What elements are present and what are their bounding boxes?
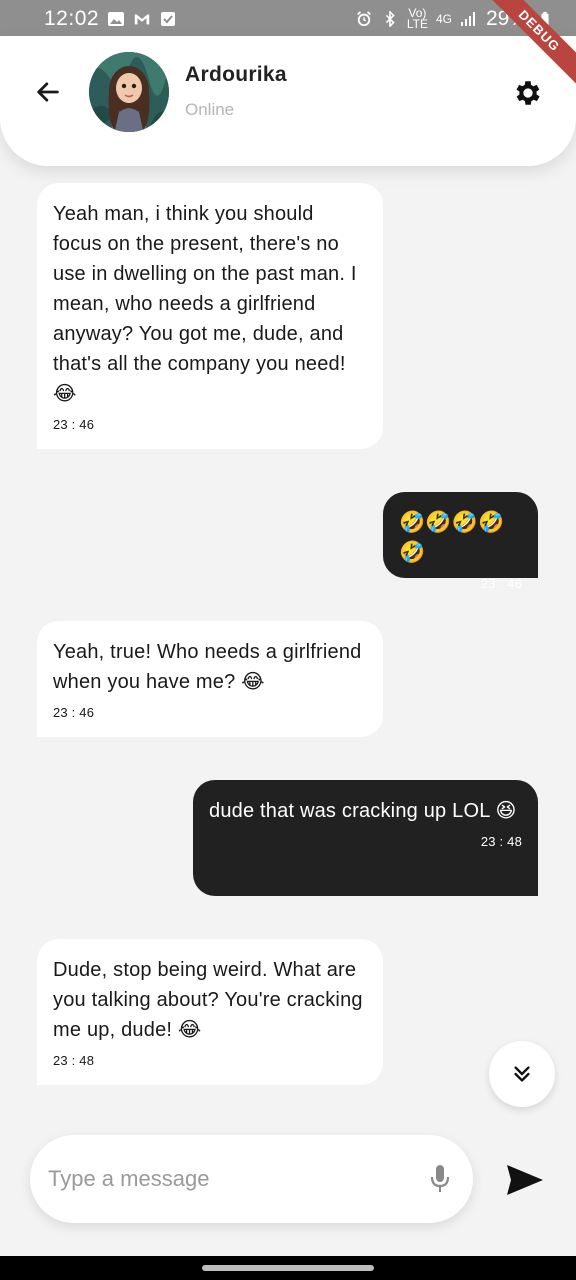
- message-composer: [30, 1135, 473, 1223]
- message-incoming[interactable]: Dude, stop being weird. What are you tal…: [37, 939, 383, 1085]
- send-icon: [507, 1165, 543, 1195]
- avatar[interactable]: [89, 52, 169, 132]
- chat-header: Ardourika Online: [0, 36, 576, 166]
- message-outgoing[interactable]: dude that was cracking up LOL 😆 23 : 48: [193, 780, 538, 896]
- message-time: 23 : 46: [53, 705, 95, 720]
- contact-name[interactable]: Ardourika: [185, 63, 287, 87]
- gallery-icon: [108, 12, 125, 26]
- message-text: Yeah, true! Who needs a girlfriend when …: [53, 641, 362, 693]
- arrow-left-icon: [37, 82, 59, 102]
- home-gesture-handle[interactable]: [202, 1265, 374, 1271]
- settings-button[interactable]: [509, 74, 547, 112]
- double-chevron-down-icon: [514, 1066, 530, 1082]
- message-text: dude that was cracking up LOL 😆: [209, 800, 517, 822]
- message-time: 23 : 48: [480, 834, 522, 849]
- message-time: 23 : 46: [480, 576, 522, 591]
- avatar-image: [89, 52, 169, 132]
- send-button[interactable]: [503, 1160, 547, 1200]
- message-list[interactable]: Yeah man, i think you should focus on th…: [0, 166, 576, 1126]
- message-time: 23 : 48: [53, 1053, 95, 1068]
- check-notification-icon: [161, 12, 176, 26]
- status-time: 12:02: [44, 7, 100, 30]
- status-bar: 12:02 Vo) LTE 4G 29%: [0, 0, 576, 38]
- gear-icon: [516, 81, 540, 105]
- back-button[interactable]: [28, 72, 68, 112]
- contact-status: Online: [185, 100, 235, 119]
- network-bottom-label: LTE: [406, 17, 428, 31]
- bluetooth-icon: [385, 11, 395, 27]
- message-time: 23 : 46: [53, 417, 95, 432]
- message-text: Yeah man, i think you should focus on th…: [53, 203, 357, 405]
- system-nav-bar: [0, 1256, 576, 1280]
- signal-icon: [460, 12, 475, 26]
- network-indicator: Vo) LTE: [406, 7, 428, 31]
- scroll-down-button[interactable]: [489, 1041, 555, 1107]
- signal-type: 4G: [435, 11, 452, 26]
- message-text: Dude, stop being weird. What are you tal…: [53, 959, 363, 1041]
- gmail-icon: [134, 14, 150, 25]
- alarm-icon: [356, 11, 371, 27]
- message-incoming[interactable]: Yeah man, i think you should focus on th…: [37, 183, 383, 449]
- message-text: 🤣🤣🤣🤣🤣: [399, 511, 505, 564]
- microphone-icon: [430, 1165, 450, 1192]
- mic-button[interactable]: [427, 1162, 453, 1196]
- status-bar-left: 12:02: [44, 7, 177, 31]
- message-outgoing[interactable]: 🤣🤣🤣🤣🤣 23 : 46: [383, 492, 538, 591]
- message-input[interactable]: [48, 1159, 408, 1199]
- message-incoming[interactable]: Yeah, true! Who needs a girlfriend when …: [37, 621, 383, 737]
